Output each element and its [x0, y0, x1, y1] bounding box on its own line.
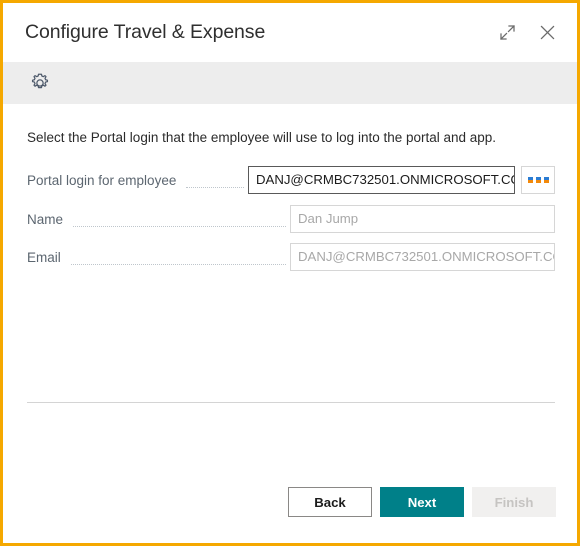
field-row-email: Email DANJ@CRMBC732501.ONMICROSOFT.COM [27, 243, 555, 271]
leader-dots [186, 174, 244, 188]
name-input[interactable]: Dan Jump [290, 205, 555, 233]
dialog-titlebar: Configure Travel & Expense [3, 3, 577, 62]
lookup-square [535, 177, 541, 183]
lookup-square [527, 177, 533, 183]
titlebar-actions [493, 3, 561, 62]
field-row-name: Name Dan Jump [27, 205, 555, 233]
email-input[interactable]: DANJ@CRMBC732501.ONMICROSOFT.COM [290, 243, 555, 271]
close-icon[interactable] [533, 19, 561, 47]
dialog-footer: Back Next Finish [3, 473, 577, 543]
dialog-content: Select the Portal login that the employe… [3, 104, 577, 473]
command-band [3, 62, 577, 104]
finish-button: Finish [472, 487, 556, 517]
portal-login-input[interactable]: DANJ@CRMBC732501.ONMICROSOFT.COM [248, 166, 515, 194]
field-row-portal-login: Portal login for employee DANJ@CRMBC7325… [27, 166, 555, 194]
leader-dots [70, 251, 286, 265]
instruction-text: Select the Portal login that the employe… [27, 130, 497, 145]
field-label-email: Email [27, 249, 61, 265]
lookup-grid-icon[interactable] [521, 166, 555, 194]
leader-dots [73, 213, 286, 227]
field-label-portal-login: Portal login for employee [27, 172, 177, 188]
lookup-square [543, 177, 549, 183]
configure-travel-expense-dialog: Configure Travel & Expense Select the Po… [0, 0, 580, 546]
footer-button-group: Back Next Finish [288, 487, 556, 517]
back-button[interactable]: Back [288, 487, 372, 517]
gear-icon[interactable] [27, 70, 53, 96]
expand-diagonal-icon[interactable] [493, 19, 521, 47]
field-label-name: Name [27, 211, 64, 227]
dialog-title: Configure Travel & Expense [25, 21, 266, 43]
next-button[interactable]: Next [380, 487, 464, 517]
footer-divider [27, 402, 555, 403]
